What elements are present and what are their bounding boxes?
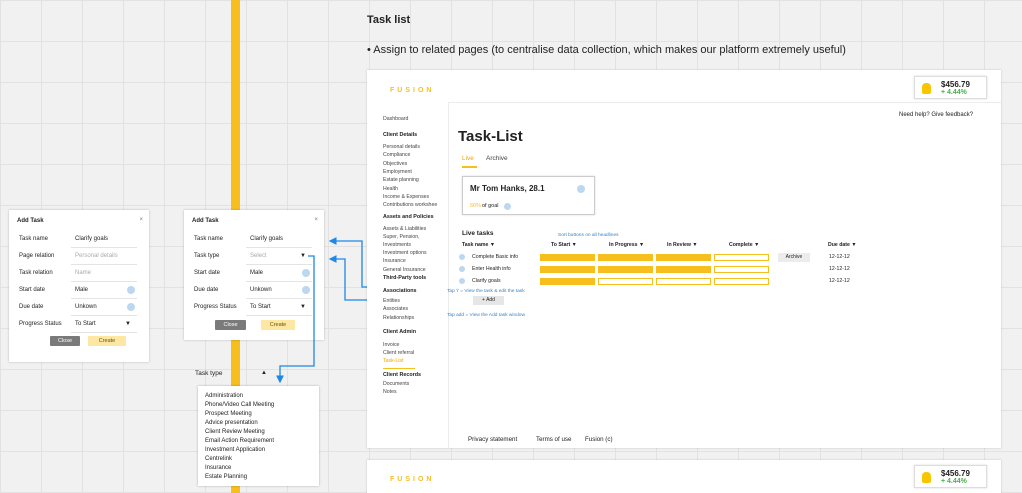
sidebar-item[interactable]: Insurance (383, 258, 406, 264)
tab-underline (462, 166, 477, 168)
sort-note: Sort buttons on all headlines (558, 233, 619, 238)
user-icon (922, 83, 931, 94)
stage-bar[interactable] (656, 278, 711, 285)
sidebar-item[interactable]: Investment options (383, 250, 427, 256)
sidebar-item-dashboard[interactable]: Dashboard (383, 116, 408, 122)
note-tap-info: Tap 'i' = View the task & edit the task (447, 289, 525, 294)
stage-bar[interactable] (714, 254, 769, 261)
main-panel (448, 102, 1001, 448)
column-header[interactable]: In Progress ▼ (609, 242, 644, 248)
client-name: Mr Tom Hanks, 28.1 (470, 184, 545, 193)
fusion-logo[interactable]: FUSION (390, 476, 434, 483)
sidebar-item[interactable]: Objectives (383, 161, 407, 167)
info-icon[interactable] (459, 266, 465, 272)
column-header[interactable]: In Review ▼ (667, 242, 698, 248)
live-tasks-heading: Live tasks (462, 230, 494, 237)
due-date: 12-12-12 (829, 254, 850, 260)
stage-bar[interactable] (656, 254, 711, 261)
stage-bar[interactable] (598, 254, 653, 261)
goal-percent: 60% (470, 203, 482, 209)
sidebar-item[interactable]: Invoice (383, 342, 399, 348)
task-name: Clarify goals (472, 278, 501, 284)
app-window-preview: FUSION $456.79 + 4.44% (367, 460, 1001, 493)
app-window: FUSION $456.79 + 4.44% Dashboard Client … (367, 70, 1001, 448)
stage-bar[interactable] (540, 278, 595, 285)
sidebar-item[interactable]: Notes (383, 389, 397, 395)
sidebar-item[interactable]: Estate planning (383, 177, 419, 183)
sidebar-item[interactable]: Health (383, 186, 398, 192)
column-header[interactable]: To Start ▼ (551, 242, 577, 248)
stage-bar[interactable] (540, 254, 595, 261)
tab-archive[interactable]: Archive (486, 155, 508, 162)
stage-bar[interactable] (714, 278, 769, 285)
balance-amount: $456.79 (941, 80, 970, 89)
sidebar-item[interactable]: Personal details (383, 144, 420, 150)
sidebar-item[interactable]: Investments (383, 242, 411, 248)
due-date: 12-12-12 (829, 266, 850, 272)
avatar-icon (577, 185, 585, 193)
info-icon[interactable] (504, 203, 511, 210)
balance-change: + 4.44% (941, 89, 967, 96)
footer-brand: Fusion (c) (585, 436, 613, 443)
sidebar-item[interactable]: Relationships (383, 315, 414, 321)
sidebar-heading-associations: Associations (383, 288, 417, 294)
sidebar-item[interactable]: Compliance (383, 152, 410, 158)
sidebar-item-third-party[interactable]: Third-Party tools (383, 275, 426, 281)
sidebar-item[interactable]: Client referral (383, 350, 414, 356)
sidebar-item[interactable]: Contributions workshee (383, 202, 437, 208)
column-header[interactable]: Due date ▼ (828, 242, 856, 248)
sidebar-item[interactable]: Assets & Liabilities (383, 226, 426, 232)
sidebar-item[interactable]: Entities (383, 298, 400, 304)
task-name: Enter Health info (472, 266, 511, 272)
client-card[interactable]: Mr Tom Hanks, 28.1 60% of goal (462, 176, 595, 215)
sidebar-heading-client-records: Client Records (383, 372, 422, 378)
fusion-logo[interactable]: FUSION (390, 87, 434, 94)
sidebar-item[interactable]: Task-List (383, 358, 403, 364)
stage-bar[interactable] (656, 266, 711, 273)
sidebar-heading-client-details: Client Details (383, 132, 418, 138)
help-feedback-link[interactable]: Need help? Give feedback? (899, 112, 973, 118)
task-name: Complete Basic info (472, 254, 519, 260)
info-icon[interactable] (459, 254, 465, 260)
footer-privacy-link[interactable]: Privacy statement (468, 436, 517, 443)
active-item-underline (383, 368, 415, 369)
stage-bar[interactable] (598, 266, 653, 273)
tab-live[interactable]: Live (462, 155, 474, 162)
footer-terms-link[interactable]: Terms of use (536, 436, 571, 443)
column-header[interactable]: Task name ▼ (462, 242, 495, 248)
stage-bar[interactable] (540, 266, 595, 273)
column-header[interactable]: Complete ▼ (729, 242, 759, 248)
archive-button[interactable]: Archive (778, 253, 810, 262)
due-date: 12-12-12 (829, 278, 850, 284)
goal-text: of goal (482, 203, 499, 209)
sidebar-item[interactable]: Associates (383, 306, 408, 312)
arrow-task-type-to-dropdown (276, 255, 315, 384)
sidebar-item[interactable]: Income & Expenses (383, 194, 429, 200)
stage-bar[interactable] (598, 278, 653, 285)
sidebar-heading-assets: Assets and Policies (383, 214, 434, 220)
sidebar-heading-client-admin: Client Admin (383, 329, 417, 335)
sidebar-item[interactable]: Super, Pension, (383, 234, 420, 240)
sidebar-item[interactable]: General Insurance (383, 267, 426, 273)
balance-change: + 4.44% (941, 478, 967, 485)
note-tap-add: Tap add = View the Add task window (447, 313, 525, 318)
sidebar-item[interactable]: Documents (383, 381, 409, 387)
add-task-button[interactable]: + Add (473, 296, 504, 305)
page-title: Task-List (458, 128, 523, 145)
info-icon[interactable] (459, 278, 465, 284)
sidebar-item[interactable]: Employment (383, 169, 412, 175)
balance-amount: $456.79 (941, 469, 970, 478)
balance-widget[interactable]: $456.79 + 4.44% (914, 465, 987, 488)
user-icon (922, 472, 931, 483)
stage-bar[interactable] (714, 266, 769, 273)
balance-widget[interactable]: $456.79 + 4.44% (914, 76, 987, 99)
